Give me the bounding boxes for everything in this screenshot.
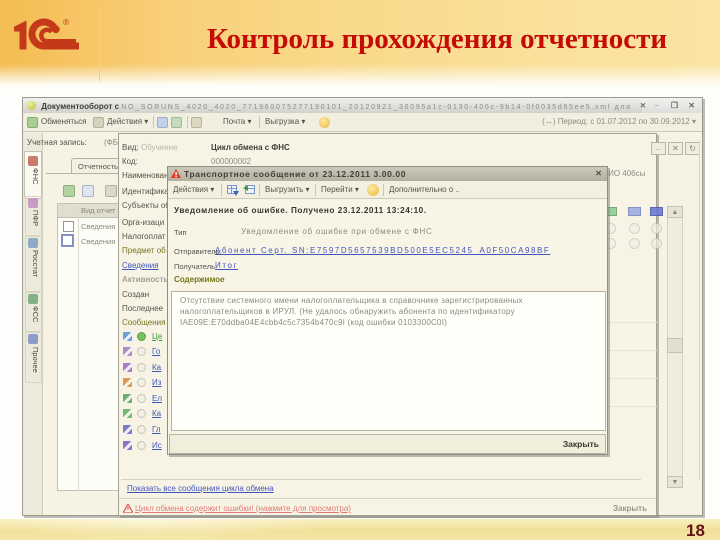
- svg-text:®: ®: [63, 17, 70, 27]
